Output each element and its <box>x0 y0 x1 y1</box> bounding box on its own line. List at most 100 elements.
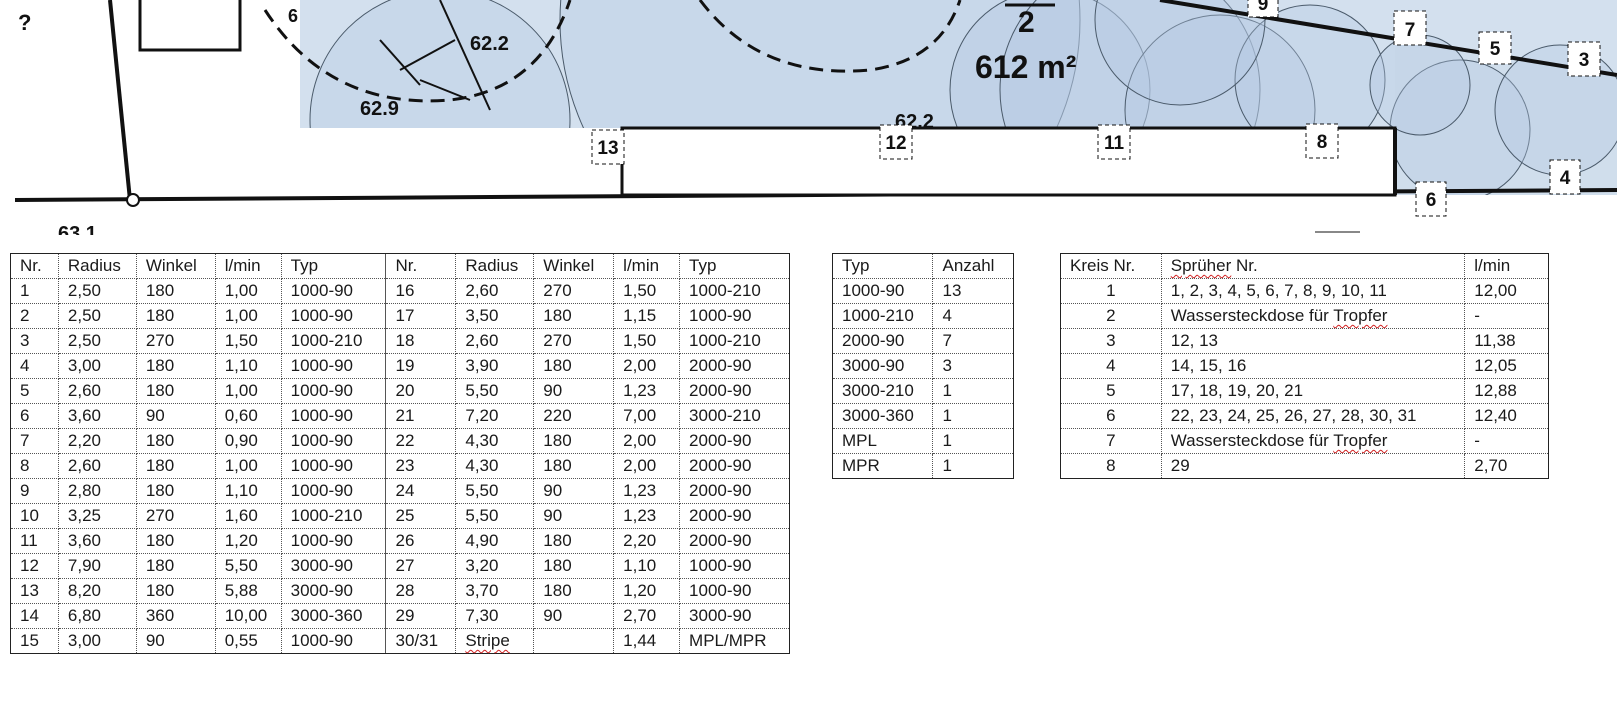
sprinkler-row: 4 3,00 180 1,10 1000-90 19 3,90 180 2,00 2000-90 <box>10 353 790 379</box>
table-cell: 90 <box>135 628 216 654</box>
garden-plan-drawing: 62.2 62.9 6 612 m² 2 62.2 63.1 ? 9 7 5 3… <box>14 0 1617 235</box>
column-header: l/min <box>1464 253 1549 279</box>
table-cell: 1,10 <box>613 553 681 579</box>
table-cell: 2,50 <box>57 328 137 354</box>
table-cell: 4 <box>932 303 1014 329</box>
sprinkler-row: 10 3,25 270 1,60 1000-210 25 5,50 90 1,23 2000-90 <box>10 503 790 529</box>
sprinkler-row: 11 3,60 180 1,20 1000-90 26 4,90 180 2,20 2000-90 <box>10 528 790 554</box>
table-cell: 2,00 <box>613 428 681 454</box>
table-cell: 3000-360 <box>280 603 387 629</box>
table-cell: 3,90 <box>455 353 535 379</box>
svg-text:?: ? <box>18 10 31 35</box>
table-cell: 270 <box>135 503 216 529</box>
table-cell: 7,30 <box>455 603 535 629</box>
table-cell: 180 <box>533 453 615 479</box>
table-cell: 1,10 <box>214 478 282 504</box>
table-cell: 3000-360 <box>831 403 934 429</box>
type-row: MPL 1 <box>831 428 1014 454</box>
table-cell: 1 <box>932 428 1014 454</box>
table-cell: 1,00 <box>214 278 282 304</box>
table-cell: 180 <box>135 428 216 454</box>
table-cell: 1,00 <box>214 378 282 404</box>
table-cell: 90 <box>533 503 615 529</box>
table-cell: 30/31 <box>385 628 457 654</box>
table-cell: 8,20 <box>57 578 137 604</box>
table-cell: 12,05 <box>1464 353 1549 379</box>
table-cell: 29 <box>1160 453 1466 479</box>
circuit-table: Kreis Nr. Sprüher Nr. l/min 1 1, 2, 3, 4, 5,… <box>1060 253 1549 479</box>
table-cell: 3 <box>1060 328 1162 354</box>
elevation-label: 6 <box>288 6 298 26</box>
sprinkler-row: 14 6,80 360 10,00 3000-360 29 7,30 90 2,70 3000-9… <box>10 603 790 629</box>
column-header: Anzahl <box>932 253 1014 279</box>
table-cell: 1000-90 <box>280 453 387 479</box>
type-row: 1000-210 4 <box>831 303 1014 329</box>
table-cell: - <box>1464 428 1549 454</box>
table-cell: 1000-90 <box>280 403 387 429</box>
sprinkler-marker-6: 6 <box>1426 190 1437 211</box>
sprinkler-row: 5 2,60 180 1,00 1000-90 20 5,50 90 1,23 2000-90 <box>10 378 790 404</box>
circuit-row: 8 29 2,70 <box>1060 453 1549 479</box>
table-cell: 1 <box>1060 278 1162 304</box>
type-row: MPR 1 <box>831 453 1014 479</box>
table-cell: 12,40 <box>1464 403 1549 429</box>
sprinkler-marker-3: 3 <box>1579 50 1590 71</box>
table-cell: 3000-210 <box>679 403 790 429</box>
table-cell: 1000-90 <box>280 303 387 329</box>
table-cell: 3,50 <box>455 303 535 329</box>
table-cell: 180 <box>135 378 216 404</box>
table-cell: 6,80 <box>57 603 137 629</box>
elevation-label: 62.2 <box>470 33 509 55</box>
table-cell: 1,44 <box>613 628 681 654</box>
table-cell: 3000-210 <box>831 378 934 404</box>
table-cell: 3000-90 <box>831 353 934 379</box>
table-cell: 3,00 <box>57 353 137 379</box>
table-cell: 19 <box>385 353 457 379</box>
table-cell: 15 <box>10 628 59 654</box>
area-label: 612 m² <box>975 49 1076 85</box>
table-cell: 1000-210 <box>280 503 387 529</box>
table-cell: 0,90 <box>214 428 282 454</box>
table-cell: 1000-90 <box>280 428 387 454</box>
table-cell: 17 <box>385 303 457 329</box>
table-cell: 0,60 <box>214 403 282 429</box>
circuit-row: 7 Wassersteckdose für Tropfer - <box>1060 428 1549 454</box>
table-cell: 12 <box>10 553 59 579</box>
table-cell: 2000-90 <box>679 503 790 529</box>
table-cell: 4,30 <box>455 428 535 454</box>
table-cell: 2,60 <box>455 328 535 354</box>
table-cell: 0,55 <box>214 628 282 654</box>
table-cell: 4,30 <box>455 453 535 479</box>
table-cell: 3,60 <box>57 528 137 554</box>
table-cell: 1,10 <box>214 353 282 379</box>
type-row: 3000-210 1 <box>831 378 1014 404</box>
sprinkler-marker-11: 11 <box>1104 133 1125 154</box>
table-cell: 1,50 <box>613 278 681 304</box>
sprinkler-marker-8: 8 <box>1317 132 1328 153</box>
type-row: 3000-90 3 <box>831 353 1014 379</box>
table-cell: 1000-90 <box>679 553 790 579</box>
table-cell: 1,20 <box>214 528 282 554</box>
table-cell: 1000-90 <box>280 478 387 504</box>
table-cell: 180 <box>533 428 615 454</box>
table-cell: 1,50 <box>613 328 681 354</box>
table-cell: 20 <box>385 378 457 404</box>
table-cell: 3000-90 <box>679 603 790 629</box>
sprinkler-marker-7: 7 <box>1405 20 1416 41</box>
table-cell: 1,20 <box>613 578 681 604</box>
table-cell: Wassersteckdose für Tropfer <box>1160 303 1466 329</box>
table-cell: 180 <box>135 453 216 479</box>
table-cell: MPL <box>831 428 934 454</box>
column-header: Kreis Nr. <box>1060 253 1162 279</box>
table-cell: 2,00 <box>613 453 681 479</box>
table-cell: 10,00 <box>214 603 282 629</box>
table-cell: 2000-90 <box>679 528 790 554</box>
table-cell: MPL/MPR <box>679 628 790 654</box>
fraction-label: 2 <box>1018 6 1035 39</box>
table-cell: 7 <box>10 428 59 454</box>
table-cell: 26 <box>385 528 457 554</box>
table-cell: 4 <box>10 353 59 379</box>
table-cell: 2,50 <box>57 303 137 329</box>
column-header: Typ <box>679 253 790 279</box>
table-cell: 1000-90 <box>679 303 790 329</box>
